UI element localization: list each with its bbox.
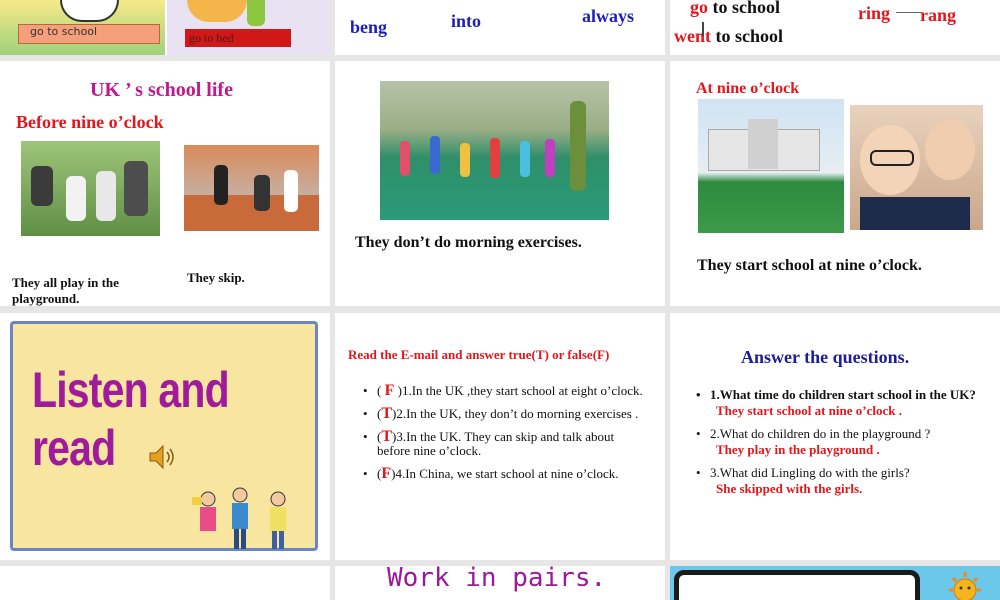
caption-go-to-bed: go to bed [189, 31, 234, 45]
children-skipping-photo [184, 145, 319, 231]
children-reading-illustration [190, 485, 300, 553]
slide-8[interactable]: Read the E-mail and answer true(T) or fa… [335, 313, 665, 560]
phrase-go-to-school: go to school [690, 0, 780, 17]
slide-9[interactable]: Answer the questions. 1.What time do chi… [670, 313, 1000, 560]
caption-playground: They all play in the playground. [12, 275, 119, 306]
slide-4[interactable]: UK ’ s school life Before nine o’clock T… [0, 61, 330, 306]
slide-12[interactable] [670, 566, 1000, 600]
list-item: 2.What do children do in the playground … [696, 427, 986, 457]
word-always: always [582, 6, 635, 26]
caption-start-school: They start school at nine o’clock. [697, 257, 922, 274]
cartoon-go-to-school-image: go to school [0, 0, 165, 55]
cartoon-character-figure [60, 0, 119, 22]
caption-go-to-school: go to school [30, 25, 98, 38]
list-item: (F)4.In China, we start school at nine o… [363, 466, 643, 482]
blackboard-frame [674, 570, 920, 600]
slide-2[interactable]: beng into always [335, 0, 665, 55]
word-rang: rang [920, 5, 956, 25]
true-false-list: ( F )1.In the UK ,they start school at e… [363, 383, 643, 490]
slide-3[interactable]: go to school went to school ring rang [670, 0, 1000, 55]
speaker-icon[interactable] [148, 443, 178, 471]
sun-icon [945, 570, 985, 600]
slide-title: Work in pairs. [387, 566, 607, 593]
cartoon-go-to-bed-image: go to bed [167, 0, 330, 55]
slide-6[interactable]: At nine o’clock They start school at nin… [670, 61, 1000, 306]
slide-title: Answer the questions. [741, 347, 910, 367]
list-item: 1.What time do children start school in … [696, 388, 986, 418]
smiling-children-photo [850, 105, 983, 230]
phrase-went-to-school: went to school [674, 26, 783, 46]
morning-exercises-photo [380, 81, 609, 220]
children-playground-photo [21, 141, 160, 236]
questions-list: 1.What time do children start school in … [696, 388, 986, 505]
caption-skip: They skip. [187, 270, 245, 285]
slide-title: UK ’ s school life [90, 79, 233, 101]
school-building-photo [698, 99, 844, 233]
caption-no-morning-exercises: They don’t do morning exercises. [355, 234, 582, 251]
slide-1[interactable]: go to school go to bed [0, 0, 330, 55]
arrow-connector [702, 22, 704, 36]
list-item: 3.What did Lingling do with the girls?Sh… [696, 466, 986, 496]
list-item: (T)2.In the UK, they don’t do morning ex… [363, 406, 643, 422]
slide-10[interactable] [0, 566, 330, 600]
slide-subtitle: Before nine o’clock [16, 112, 164, 132]
list-item: (T)3.In the UK. They can skip and talk a… [363, 429, 643, 458]
slide-title: Read the E-mail and answer true(T) or fa… [348, 347, 610, 362]
list-item: ( F )1.In the UK ,they start school at e… [363, 383, 643, 399]
slide-11[interactable]: Work in pairs. [335, 566, 665, 600]
slide-5[interactable]: They don’t do morning exercises. [335, 61, 665, 306]
ring-rang-arrow [896, 12, 922, 13]
word-ring: ring [858, 3, 891, 23]
slide-title: At nine o’clock [696, 80, 800, 97]
word-beng: beng [350, 17, 388, 37]
slide-7[interactable]: Listen and read [0, 313, 330, 560]
word-into: into [451, 11, 482, 31]
